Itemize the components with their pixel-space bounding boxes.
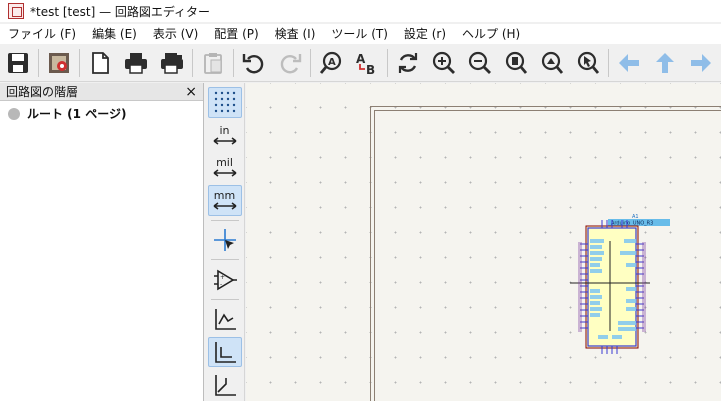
zoom-out-icon bbox=[468, 51, 491, 74]
nav-back-icon bbox=[619, 53, 639, 72]
hierarchy-root-item[interactable]: ルート (1 ページ) bbox=[0, 101, 203, 126]
grid-toggle-button[interactable] bbox=[207, 87, 242, 118]
toolbar-separator bbox=[192, 48, 193, 77]
line-mode-free-button[interactable] bbox=[208, 304, 242, 335]
component-symbol[interactable]: A1 Arduino_UNO_R3 bbox=[570, 209, 670, 357]
kicad-schematic-app-icon bbox=[8, 3, 24, 19]
double-arrow-icon bbox=[213, 202, 236, 210]
toolbar-separator bbox=[233, 48, 234, 77]
line-mode-90-button[interactable] bbox=[207, 336, 242, 368]
nav-forward-button[interactable] bbox=[683, 46, 719, 80]
opamp-symbol-icon: +- bbox=[213, 269, 237, 291]
zoom-objects-button[interactable] bbox=[534, 46, 570, 80]
toolbar-separator bbox=[210, 259, 239, 261]
save-button[interactable] bbox=[0, 46, 36, 80]
toolbar-separator bbox=[79, 48, 80, 77]
units-inches-label: in bbox=[219, 123, 230, 137]
svg-text:-: - bbox=[220, 281, 222, 288]
menu-help[interactable]: ヘルプ (H) bbox=[454, 24, 528, 44]
menu-view[interactable]: 表示 (V) bbox=[145, 24, 206, 44]
page-settings-icon bbox=[92, 51, 109, 74]
line-mode-45-button[interactable] bbox=[208, 369, 242, 400]
zoom-selection-icon bbox=[577, 51, 600, 74]
schematic-canvas[interactable]: A1 Arduino_UNO_R3 bbox=[246, 83, 721, 401]
toolbar-separator bbox=[608, 48, 609, 77]
zoom-objects-icon bbox=[541, 51, 564, 74]
toolbar-separator bbox=[38, 48, 39, 77]
undo-button[interactable] bbox=[236, 46, 272, 80]
svg-text:B: B bbox=[366, 63, 375, 76]
nav-up-button[interactable] bbox=[647, 46, 683, 80]
nav-back-button[interactable] bbox=[611, 46, 647, 80]
hierarchy-root-label: ルート (1 ページ) bbox=[27, 107, 127, 121]
print-button[interactable] bbox=[118, 46, 154, 80]
sheet-node-icon bbox=[8, 107, 20, 120]
nav-up-icon bbox=[656, 52, 674, 73]
double-arrow-icon bbox=[213, 137, 236, 145]
window-title: *test [test] — 回路図エディター bbox=[30, 4, 211, 19]
zoom-out-button[interactable] bbox=[462, 46, 498, 80]
toolbar-separator bbox=[210, 299, 239, 300]
zoom-fit-button[interactable] bbox=[498, 46, 534, 80]
zoom-in-icon bbox=[432, 51, 455, 74]
menu-place[interactable]: 配置 (P) bbox=[206, 24, 266, 44]
units-inches-button[interactable]: in bbox=[208, 120, 242, 151]
pin-orientation-button[interactable]: + - bbox=[208, 264, 242, 295]
save-icon bbox=[8, 52, 28, 73]
paste-button[interactable] bbox=[195, 46, 231, 80]
toolbar-separator bbox=[387, 48, 388, 77]
hierarchy-panel-header: 回路図の階層 × bbox=[0, 83, 203, 101]
menu-preferences[interactable]: 設定 (r) bbox=[396, 24, 454, 44]
svg-text:A: A bbox=[328, 57, 336, 68]
toolbar-separator bbox=[210, 219, 239, 221]
units-mils-button[interactable]: mil bbox=[208, 152, 242, 183]
hierarchy-panel-title: 回路図の階層 bbox=[6, 85, 79, 99]
title-bar: *test [test] — 回路図エディター bbox=[0, 0, 721, 22]
cursor-fullscreen-button[interactable] bbox=[208, 225, 242, 256]
menu-tools[interactable]: ツール (T) bbox=[323, 24, 396, 44]
free-angle-line-icon bbox=[214, 309, 236, 331]
units-mm-label: mm bbox=[213, 189, 236, 203]
refresh-button[interactable] bbox=[390, 46, 426, 80]
refresh-icon bbox=[398, 52, 418, 73]
orthogonal-line-icon bbox=[214, 341, 236, 363]
menu-bar: ファイル (F) 編集 (E) 表示 (V) 配置 (P) 検査 (I) ツール… bbox=[0, 24, 721, 44]
svg-text:+: + bbox=[220, 274, 225, 281]
nav-forward-icon bbox=[691, 53, 711, 72]
redo-icon bbox=[280, 53, 302, 73]
hierarchy-panel: 回路図の階層 × ルート (1 ページ) bbox=[0, 83, 204, 401]
paste-icon bbox=[204, 52, 222, 74]
undo-icon bbox=[242, 53, 264, 73]
double-arrow-icon bbox=[213, 169, 236, 177]
find-button[interactable]: A bbox=[313, 46, 349, 80]
menu-inspect[interactable]: 検査 (I) bbox=[267, 24, 324, 44]
toolbar-separator bbox=[310, 48, 311, 77]
close-icon[interactable]: × bbox=[185, 85, 197, 99]
print-icon bbox=[125, 52, 147, 74]
zoom-selection-button[interactable] bbox=[570, 46, 606, 80]
diagonal-line-icon bbox=[214, 374, 236, 396]
page-settings-button[interactable] bbox=[82, 46, 118, 80]
plot-icon bbox=[161, 52, 183, 74]
left-toolbar: in mil mm + - bbox=[205, 83, 245, 401]
zoom-fit-icon bbox=[505, 51, 528, 74]
svg-text:A: A bbox=[356, 52, 366, 66]
menu-edit[interactable]: 編集 (E) bbox=[84, 24, 145, 44]
schematic-setup-icon bbox=[49, 52, 69, 73]
find-replace-icon: AB bbox=[356, 52, 375, 76]
find-icon: A bbox=[319, 51, 342, 74]
plot-button[interactable] bbox=[154, 46, 190, 80]
menu-file[interactable]: ファイル (F) bbox=[0, 24, 84, 44]
zoom-in-button[interactable] bbox=[426, 46, 462, 80]
top-toolbar: A AB bbox=[0, 44, 721, 82]
grid-icon bbox=[214, 92, 235, 113]
crosshair-cursor-icon bbox=[213, 229, 236, 252]
redo-button[interactable] bbox=[272, 46, 308, 80]
find-replace-button[interactable]: AB bbox=[349, 46, 385, 80]
units-mm-button[interactable]: mm bbox=[207, 185, 242, 216]
units-mils-label: mil bbox=[216, 156, 233, 170]
schematic-setup-button[interactable] bbox=[41, 46, 77, 80]
